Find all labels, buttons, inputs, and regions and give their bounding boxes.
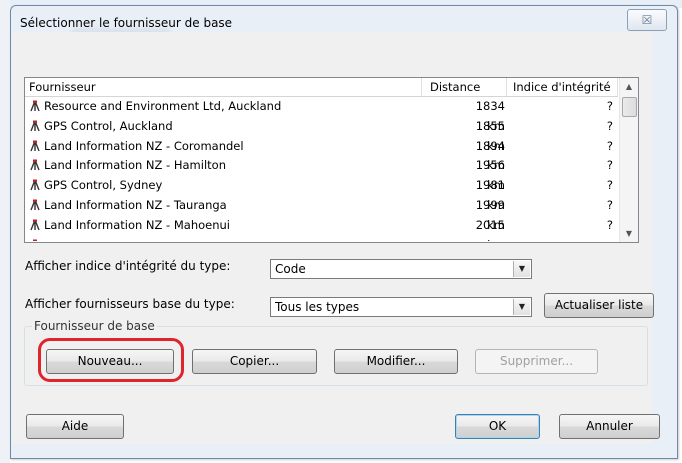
annotation-highlight-circle	[38, 338, 184, 382]
integrity-type-select[interactable]: Code ▼	[270, 259, 532, 279]
provider-name: Land Information NZ - Tauranga	[44, 197, 227, 212]
column-header-distance[interactable]: Distance	[422, 78, 507, 96]
list-item[interactable]: Land Information NZ - Hamilton 1956 km?	[25, 156, 618, 192]
provider-integrity: ?	[606, 99, 613, 113]
list-scrollbar[interactable]: ▲ ▼	[619, 78, 638, 242]
list-rows: Resource and Environment Ltd, Auckland 18…	[25, 97, 618, 241]
survey-tripod-icon	[29, 198, 44, 212]
scroll-thumb[interactable]	[622, 97, 637, 117]
copy-button[interactable]: Copier...	[192, 349, 317, 374]
scroll-up-icon[interactable]: ▲	[620, 78, 638, 95]
survey-tripod-icon	[29, 99, 44, 113]
list-item[interactable]: Land Information NZ - Mahoenui2015 km?	[25, 216, 618, 241]
provider-name: Land Information NZ - Hamilton	[44, 158, 226, 173]
survey-tripod-icon	[29, 139, 44, 153]
survey-tripod-icon	[29, 158, 44, 172]
provider-integrity: ?	[606, 197, 613, 212]
provider-type-label: Afficher fournisseurs base du type:	[25, 297, 235, 311]
provider-type-select[interactable]: Tous les types ▼	[270, 297, 532, 317]
scroll-down-icon[interactable]: ▼	[620, 225, 638, 242]
provider-type-value: Tous les types	[275, 300, 360, 314]
delete-button[interactable]: Supprimer...	[475, 349, 598, 374]
close-icon: ☒	[641, 13, 653, 27]
provider-integrity: ?	[606, 217, 613, 232]
ok-button[interactable]: OK	[455, 414, 540, 439]
background-left-edge	[0, 0, 10, 463]
chevron-down-icon[interactable]: ▼	[513, 261, 530, 277]
provider-name: GPS Control, Sydney	[44, 178, 163, 193]
survey-tripod-icon	[29, 178, 44, 192]
provider-name: GPS Control, Auckland	[44, 118, 173, 133]
survey-tripod-icon	[29, 218, 44, 232]
refresh-list-button[interactable]: Actualiser liste	[544, 293, 654, 318]
survey-tripod-icon	[29, 238, 44, 241]
provider-name: Resource and Environment Ltd, Auckland	[44, 99, 282, 113]
integrity-type-label: Afficher indice d'intégrité du type:	[25, 259, 231, 273]
provider-name: Land Information NZ - Coromandel	[44, 138, 244, 153]
provider-integrity: ?	[606, 158, 613, 173]
provider-integrity: ?	[606, 138, 613, 153]
list-item[interactable]	[25, 236, 618, 241]
list-item[interactable]: GPS Control, Sydney 1981 km?	[25, 176, 618, 212]
provider-integrity: ?	[606, 118, 613, 133]
list-item[interactable]: Land Information NZ - Coromandel 1894 km?	[25, 137, 618, 172]
provider-name: Land Information NZ - Mahoenui	[44, 217, 231, 232]
modify-button[interactable]: Modifier...	[334, 349, 458, 374]
close-button[interactable]: ☒	[627, 9, 667, 31]
survey-tripod-icon	[29, 119, 44, 133]
column-header-provider[interactable]: Fournisseur	[25, 78, 422, 96]
integrity-type-value: Code	[275, 262, 306, 276]
chevron-down-icon[interactable]: ▼	[513, 299, 530, 315]
list-item[interactable]: Land Information NZ - Tauranga 1999 km?	[25, 196, 618, 232]
dialog-title: Sélectionner le fournisseur de base	[20, 16, 233, 30]
help-button[interactable]: Aide	[26, 414, 124, 439]
provider-list[interactable]: Fournisseur Distance Indice d'intégrité …	[24, 77, 639, 243]
list-item[interactable]: Resource and Environment Ltd, Auckland 18…	[25, 97, 618, 133]
list-item[interactable]: GPS Control, Auckland 1855 km?	[25, 117, 618, 153]
cancel-button[interactable]: Annuler	[559, 414, 660, 439]
list-header: Fournisseur Distance Indice d'intégrité	[25, 78, 618, 97]
base-provider-group-label: Fournisseur de base	[32, 319, 157, 333]
provider-integrity: ?	[606, 178, 613, 193]
column-header-integrity[interactable]: Indice d'intégrité	[507, 78, 618, 96]
